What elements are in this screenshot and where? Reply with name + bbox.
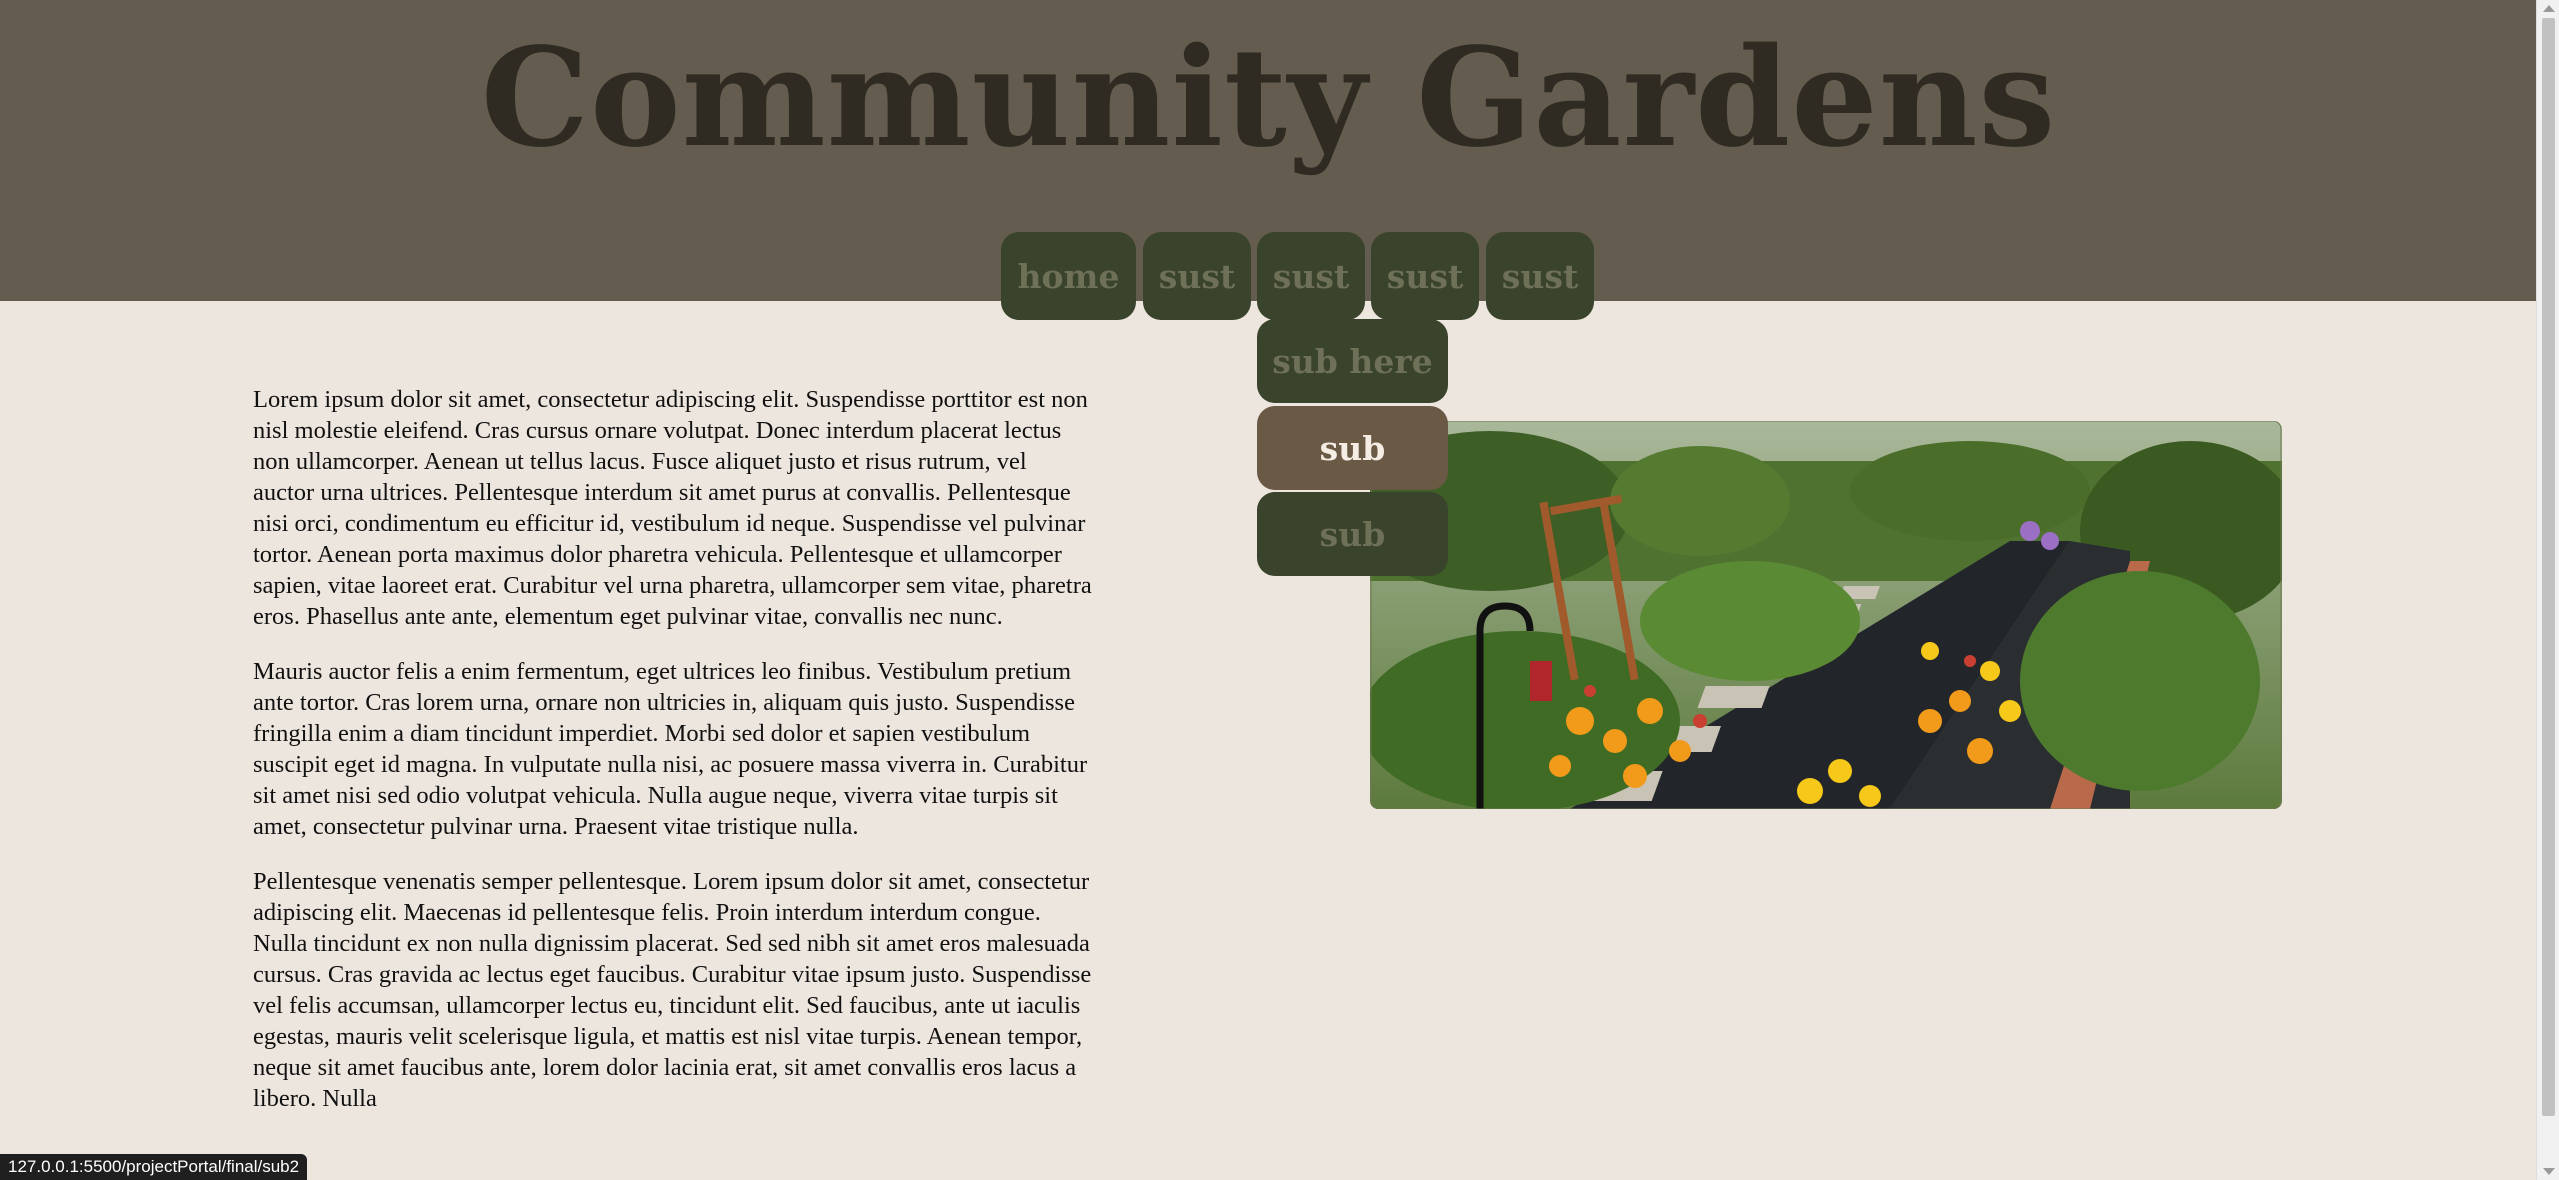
garden-photo xyxy=(1370,421,2282,809)
submenu-item-sub-here[interactable]: sub here xyxy=(1257,319,1448,403)
paragraph-1: Lorem ipsum dolor sit amet, consectetur … xyxy=(253,386,1092,630)
scroll-down-icon[interactable] xyxy=(2543,1168,2555,1175)
link-status-bar: 127.0.0.1:5500/projectPortal/final/sub2 xyxy=(0,1154,308,1180)
scroll-thumb[interactable] xyxy=(2542,18,2555,1116)
nav-item-home[interactable]: home xyxy=(1001,232,1136,320)
vertical-scrollbar[interactable] xyxy=(2536,0,2559,1180)
nav-item-sust-4[interactable]: sust xyxy=(1486,232,1594,320)
nav-item-sust-1[interactable]: sust xyxy=(1143,232,1251,320)
submenu-item-sub[interactable]: sub xyxy=(1257,492,1448,576)
main-nav: home sust sust sust sust xyxy=(0,232,2537,322)
paragraph-2: Mauris auctor felis a enim fermentum, eg… xyxy=(253,658,1088,840)
site-title: Community Gardens xyxy=(480,18,2057,178)
main-content: Lorem ipsum dolor sit amet, consectetur … xyxy=(253,384,1093,1138)
submenu-item-sub-active[interactable]: sub xyxy=(1257,406,1448,490)
nav-item-sust-3[interactable]: sust xyxy=(1371,232,1479,320)
nav-item-sust-2[interactable]: sust xyxy=(1257,232,1365,320)
paragraph-3: Pellentesque venenatis semper pellentesq… xyxy=(253,868,1092,1112)
scroll-up-icon[interactable] xyxy=(2543,5,2555,12)
